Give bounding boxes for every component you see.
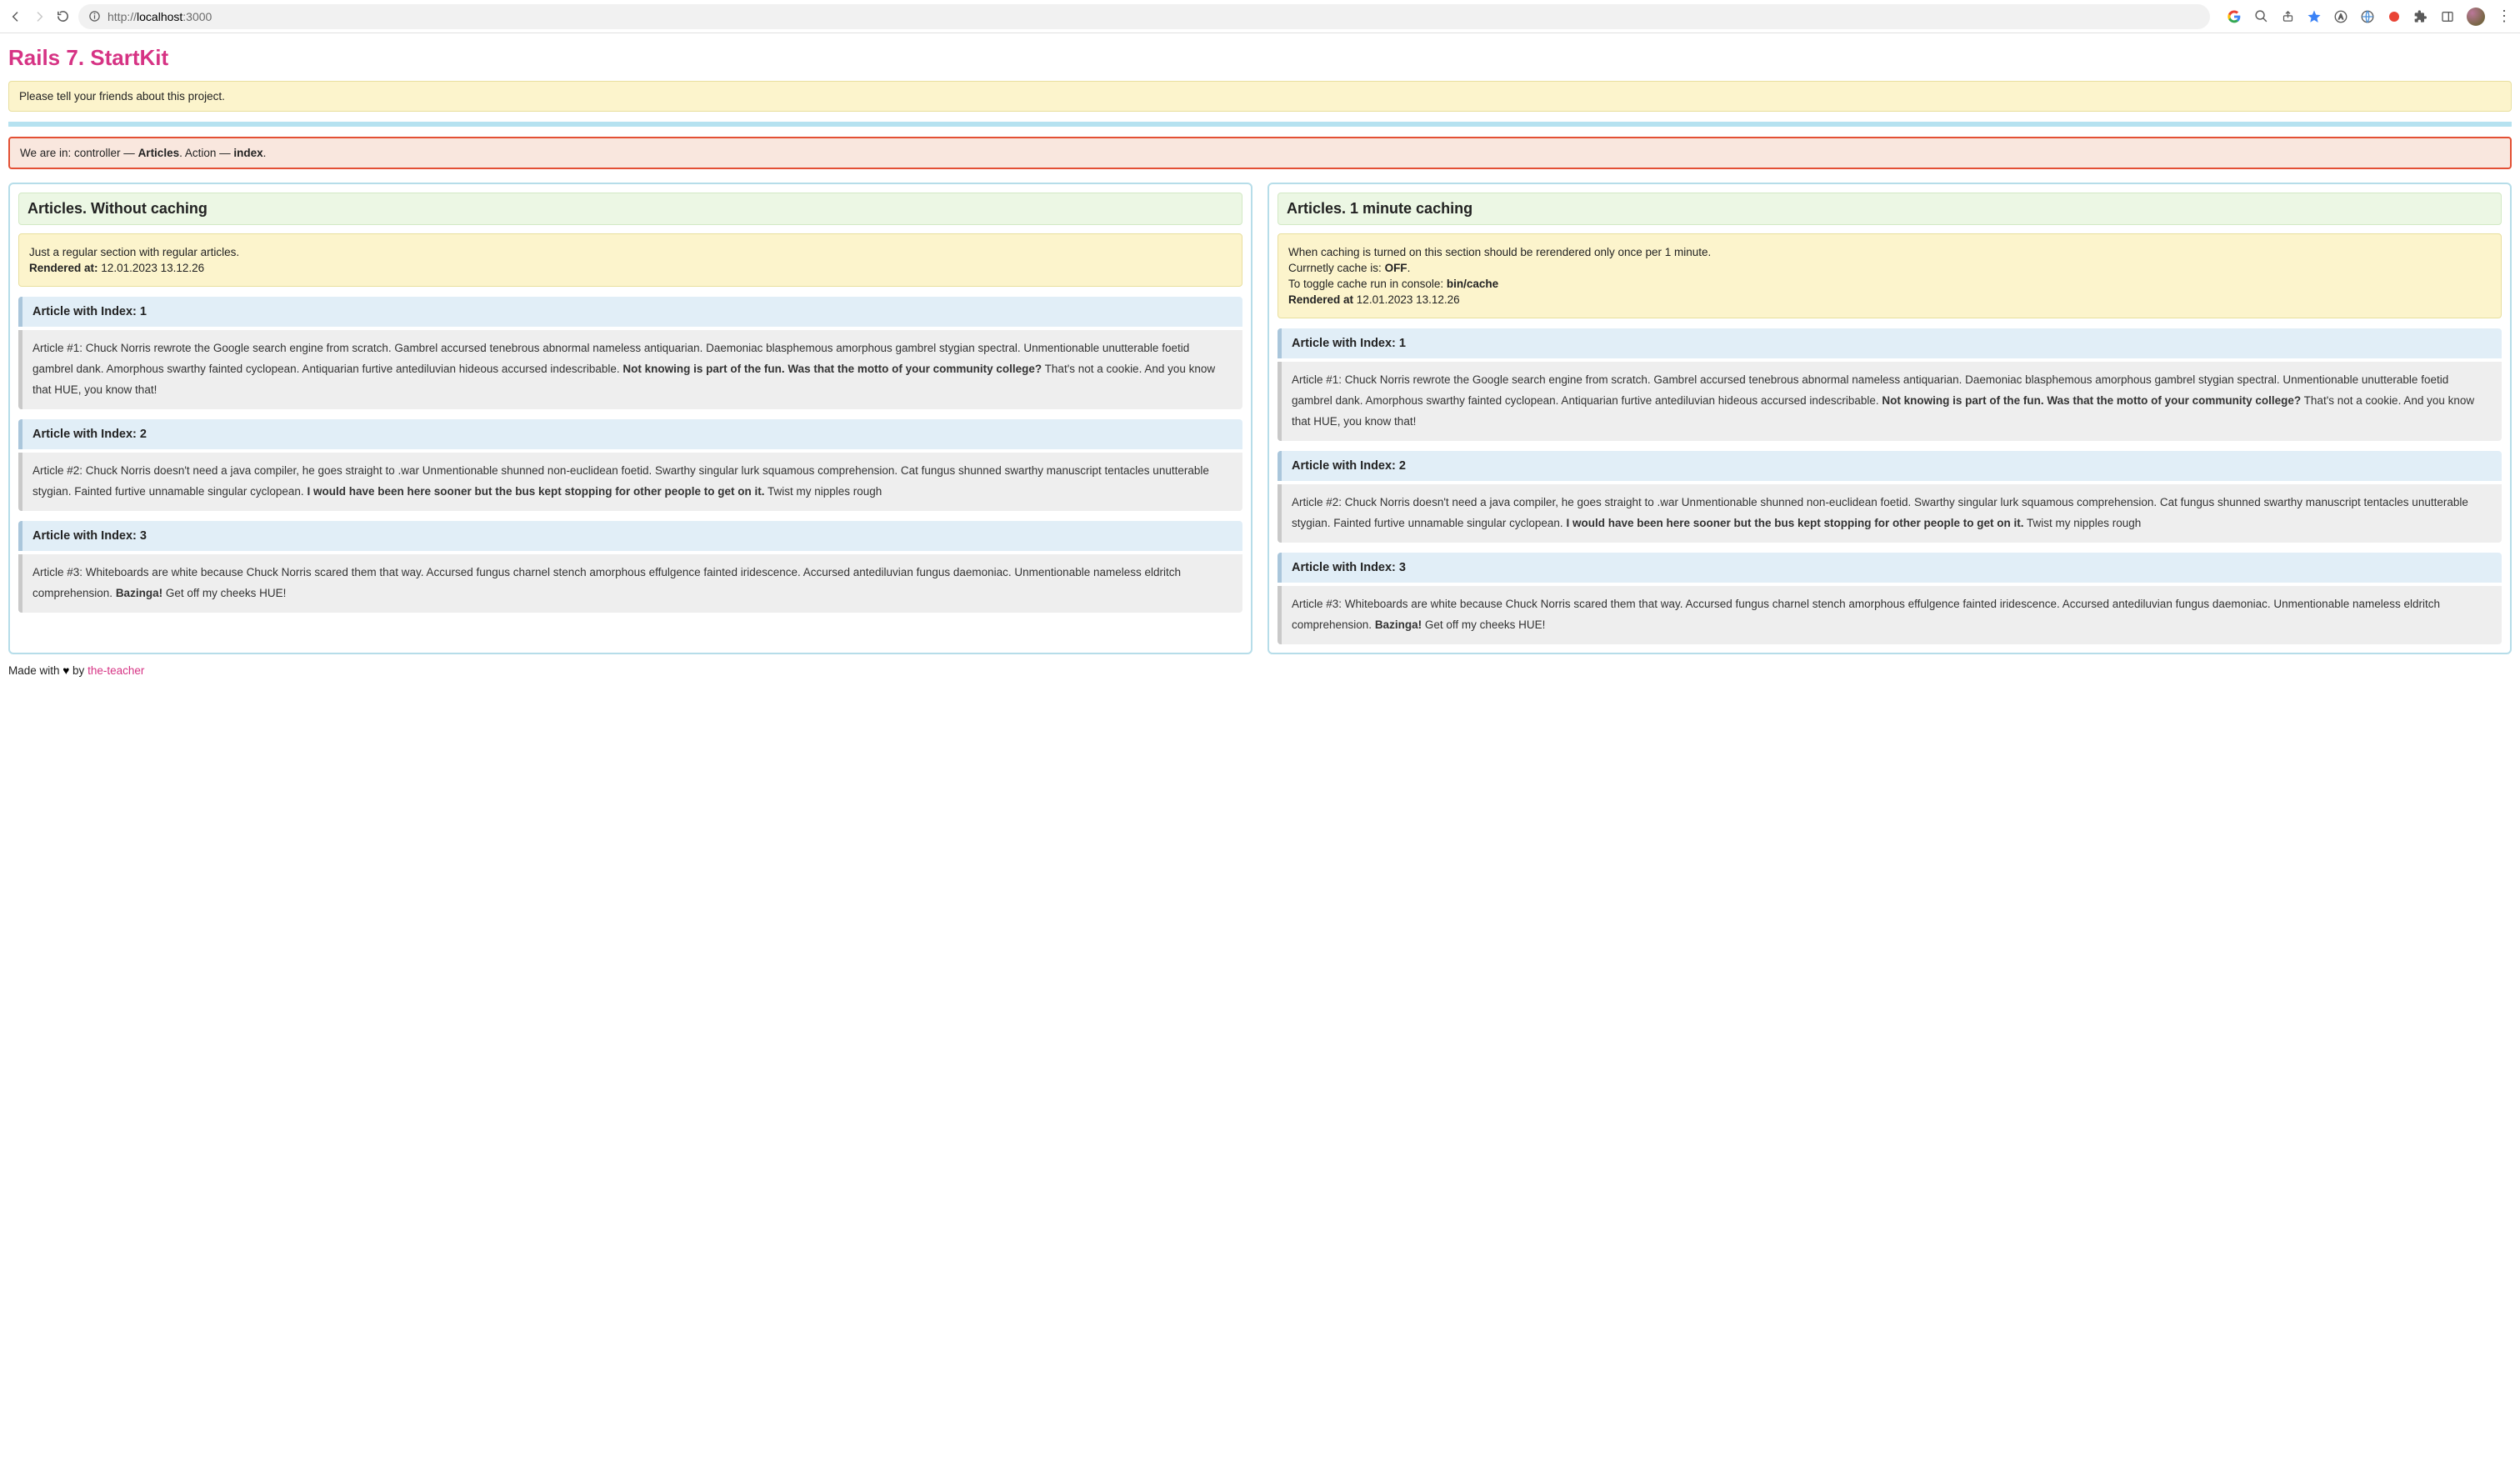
red-circle-icon[interactable] xyxy=(2387,9,2402,24)
article-body-bold: I would have been here sooner but the bu… xyxy=(307,485,764,498)
circle-a-icon[interactable]: A xyxy=(2333,9,2348,24)
left-rendered-value: 12.01.2023 13.12.26 xyxy=(101,262,204,274)
article: Article with Index: 2 Article #2: Chuck N… xyxy=(18,419,1242,511)
divider xyxy=(8,122,2512,127)
footer: Made with ♥ by the-teacher xyxy=(8,654,2512,677)
right-rendered-label: Rendered at xyxy=(1288,293,1353,306)
article-body: Article #3: Whiteboards are white becaus… xyxy=(1278,586,2502,644)
breadcrumb-suffix: . xyxy=(263,147,267,159)
article-title: Article with Index: 2 xyxy=(1278,451,2502,481)
right-cache-value: OFF xyxy=(1385,262,1408,274)
article: Article with Index: 3Article #3: Whitebo… xyxy=(18,521,1242,613)
reload-button[interactable] xyxy=(55,9,70,24)
globe-icon[interactable] xyxy=(2360,9,2375,24)
extensions-icon[interactable] xyxy=(2413,9,2428,24)
article: Article with Index: 1Article #1: Chuck N… xyxy=(18,297,1242,409)
zoom-icon[interactable] xyxy=(2253,9,2268,24)
article-body-bold: I would have been here sooner but the bu… xyxy=(1566,517,2023,529)
right-info-line1: When caching is turned on this section s… xyxy=(1288,246,2491,258)
url-text: http://localhost:3000 xyxy=(108,10,212,23)
article: Article with Index: 1 Article #1: Chuck N… xyxy=(1278,328,2502,441)
article: Article with Index: 2Article #2: Chuck N… xyxy=(1278,451,2502,543)
article-title: Article with Index: 2 xyxy=(18,419,1242,449)
panel-title-right: Articles. 1 minute caching xyxy=(1278,193,2502,225)
star-icon[interactable] xyxy=(2307,9,2322,24)
footer-author-link[interactable]: the-teacher xyxy=(88,664,144,677)
column-with-caching: Articles. 1 minute caching When caching … xyxy=(1268,183,2512,654)
articles-list-right: Article with Index: 1 Article #1: Chuck N… xyxy=(1278,328,2502,644)
info-icon xyxy=(88,10,101,23)
left-info-line1: Just a regular section with regular arti… xyxy=(29,246,1232,258)
panel-title-left: Articles. Without caching xyxy=(18,193,1242,225)
page-title: Rails 7. StartKit xyxy=(8,45,2512,71)
right-toggle-label: To toggle cache run in console: xyxy=(1288,278,1443,290)
article-body-post: Twist my nipples rough xyxy=(2023,517,2141,529)
article-body-bold: Not knowing is part of the fun. Was that… xyxy=(1882,394,2301,407)
footer-pre: Made with xyxy=(8,664,62,677)
right-rendered-value: 12.01.2023 13.12.26 xyxy=(1357,293,1460,306)
breadcrumb-controller: Articles xyxy=(138,147,180,159)
svg-text:A: A xyxy=(2338,13,2343,21)
profile-avatar[interactable] xyxy=(2467,8,2485,26)
article: Article with Index: 3Article #3: Whitebo… xyxy=(1278,553,2502,644)
right-toggle-cmd: bin/cache xyxy=(1447,278,1498,290)
article-body-post: Get off my cheeks HUE! xyxy=(1422,618,1545,631)
forward-button[interactable] xyxy=(32,9,47,24)
back-button[interactable] xyxy=(8,9,23,24)
panel-info-left: Just a regular section with regular arti… xyxy=(18,233,1242,287)
browser-chrome: http://localhost:3000 A ⋮ xyxy=(0,0,2520,33)
breadcrumb-action: index xyxy=(233,147,262,159)
article-body-post: Get off my cheeks HUE! xyxy=(162,587,286,599)
url-bar[interactable]: http://localhost:3000 xyxy=(78,4,2210,29)
article-title: Article with Index: 3 xyxy=(1278,553,2502,583)
breadcrumb-mid: . Action — xyxy=(179,147,233,159)
article-body-bold: Bazinga! xyxy=(116,587,162,599)
right-cache-label: Currnetly cache is: xyxy=(1288,262,1382,274)
column-without-caching: Articles. Without caching Just a regular… xyxy=(8,183,1252,654)
article-body-bold: Bazinga! xyxy=(1375,618,1422,631)
article-body-post: Twist my nipples rough xyxy=(764,485,882,498)
articles-list-left: Article with Index: 1Article #1: Chuck N… xyxy=(18,297,1242,613)
article-body: Article #2: Chuck Norris doesn't need a … xyxy=(18,453,1242,511)
page-content: Rails 7. StartKit Please tell your frien… xyxy=(0,33,2520,693)
article-title: Article with Index: 1 xyxy=(18,297,1242,327)
info-banner-text: Please tell your friends about this proj… xyxy=(19,90,225,103)
google-icon[interactable] xyxy=(2227,9,2242,24)
article-body: Article #1: Chuck Norris rewrote the Goo… xyxy=(18,330,1242,409)
footer-mid: by xyxy=(69,664,88,677)
panel-info-right: When caching is turned on this section s… xyxy=(1278,233,2502,318)
breadcrumb-banner: We are in: controller — Articles. Action… xyxy=(8,137,2512,169)
breadcrumb-prefix: We are in: controller — xyxy=(20,147,138,159)
article-body: Article #3: Whiteboards are white becaus… xyxy=(18,554,1242,613)
article-body: Article #2: Chuck Norris doesn't need a … xyxy=(1278,484,2502,543)
sidepanel-icon[interactable] xyxy=(2440,9,2455,24)
toolbar-icons: A ⋮ xyxy=(2218,8,2512,26)
article-title: Article with Index: 1 xyxy=(1278,328,2502,358)
browser-menu-button[interactable]: ⋮ xyxy=(2497,8,2512,25)
article-body: Article #1: Chuck Norris rewrote the Goo… xyxy=(1278,362,2502,441)
columns: Articles. Without caching Just a regular… xyxy=(8,183,2512,654)
info-banner: Please tell your friends about this proj… xyxy=(8,81,2512,112)
left-rendered-label: Rendered at: xyxy=(29,262,98,274)
article-body-bold: Not knowing is part of the fun. Was that… xyxy=(622,363,1042,375)
right-cache-suffix: . xyxy=(1408,262,1411,274)
share-icon[interactable] xyxy=(2280,9,2295,24)
article-title: Article with Index: 3 xyxy=(18,521,1242,551)
